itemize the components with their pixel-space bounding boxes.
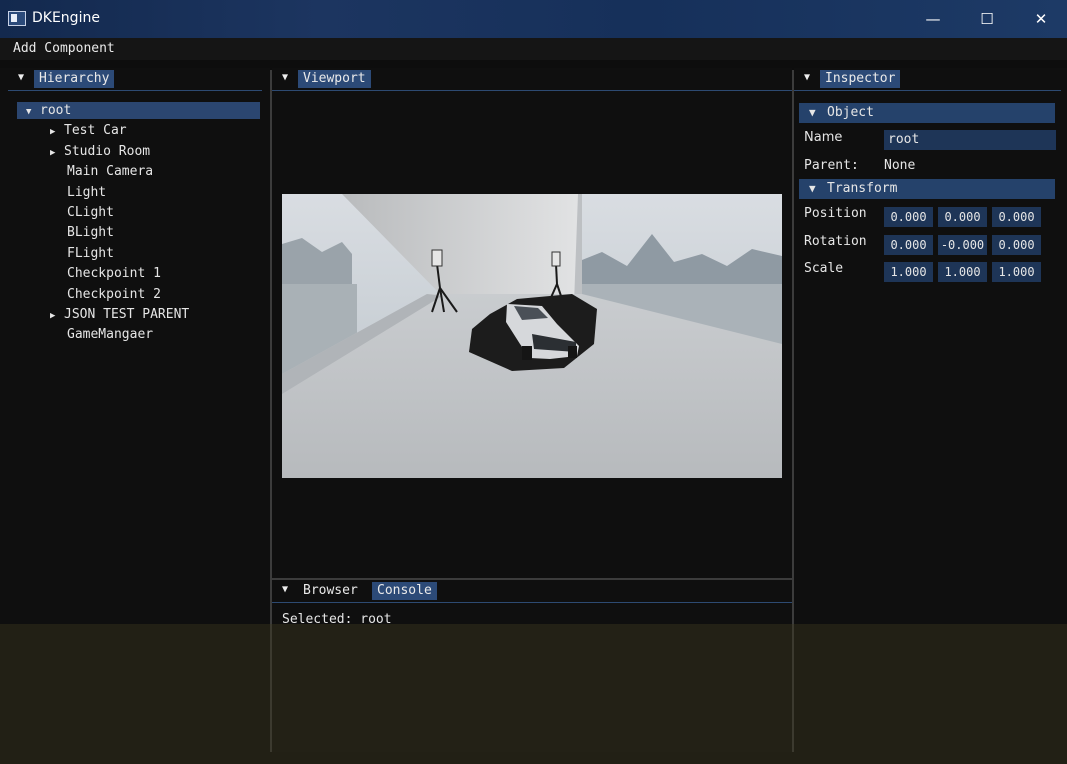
object-section-header[interactable]: ▼ Object [799, 103, 1055, 123]
inspector-panel: ▼ Inspector [794, 68, 1067, 624]
hierarchy-tabbar: ▼ Hierarchy [8, 68, 262, 91]
tree-item[interactable]: Light [50, 184, 106, 201]
tree-item[interactable]: ▶ Studio Room [50, 143, 150, 160]
tree-item-label: Studio Room [64, 143, 151, 159]
position-label: Position [804, 206, 867, 221]
position-z-field[interactable]: 0.000 [992, 207, 1041, 227]
tab-viewport[interactable]: Viewport [298, 70, 371, 88]
name-field[interactable]: root [884, 130, 1056, 150]
collapse-icon[interactable]: ▼ [278, 583, 292, 597]
chevron-right-icon[interactable]: ▶ [50, 308, 64, 325]
parent-label: Parent: [804, 158, 859, 173]
scale-x-field[interactable]: 1.000 [884, 262, 933, 282]
close-button[interactable]: ✕ [1014, 0, 1067, 38]
maximize-button[interactable]: ☐ [960, 0, 1014, 38]
chevron-down-icon: ▼ [809, 182, 816, 195]
tree-item[interactable]: ▶ JSON TEST PARENT [50, 306, 189, 323]
menu-add-component[interactable]: Add Component [8, 41, 120, 56]
inspector-tabbar: ▼ Inspector [794, 68, 1061, 91]
tree-item-label: CLight [67, 205, 114, 220]
rotation-y-field[interactable]: -0.000 [938, 235, 987, 255]
tree-item[interactable]: ▶ Test Car [50, 122, 127, 139]
tree-item-label: Checkpoint 1 [67, 266, 161, 282]
tab-browser[interactable]: Browser [298, 582, 363, 600]
window-title: DKEngine [32, 10, 100, 26]
transform-section-title: Transform [827, 181, 898, 196]
tab-console[interactable]: Console [372, 582, 437, 600]
position-y-field[interactable]: 0.000 [938, 207, 987, 227]
tree-item[interactable]: Checkpoint 1 [50, 265, 161, 282]
minimize-button[interactable]: — [906, 0, 960, 38]
tree-item-root[interactable]: ▼ root [17, 102, 260, 119]
chevron-down-icon[interactable]: ▼ [26, 104, 40, 121]
scale-z-field[interactable]: 1.000 [992, 262, 1041, 282]
tree-item-label: Test Car [64, 123, 127, 139]
console-tabbar: ▼ Browser Console [272, 580, 792, 603]
collapse-icon[interactable]: ▼ [14, 71, 28, 85]
chevron-right-icon[interactable]: ▶ [50, 124, 64, 141]
tree-item-label: BLight [67, 225, 114, 241]
scale-label: Scale [804, 261, 844, 276]
tab-hierarchy[interactable]: Hierarchy [34, 70, 115, 88]
viewport-tabbar: ▼ Viewport [272, 68, 792, 91]
position-x-field[interactable]: 0.000 [884, 207, 933, 227]
viewport-render[interactable] [282, 194, 782, 478]
menu-bar: Add Component [0, 38, 1067, 60]
tree-item-label: JSON TEST PARENT [64, 307, 190, 322]
tree-item-label: Light [67, 184, 107, 200]
tree-item-label: root [40, 103, 72, 118]
object-section-title: Object [827, 105, 874, 120]
name-label: Name [804, 130, 843, 145]
chevron-right-icon[interactable]: ▶ [50, 145, 64, 162]
parent-value: None [884, 158, 916, 173]
transform-section-header[interactable]: ▼ Transform [799, 179, 1055, 199]
tree-item-label: FLight [67, 245, 114, 261]
chevron-down-icon: ▼ [809, 106, 816, 119]
tree-item[interactable]: GameMangaer [50, 326, 153, 343]
tree-item[interactable]: Checkpoint 2 [50, 286, 161, 303]
tree-item[interactable]: Main Camera [50, 163, 153, 180]
tree-item-label: Main Camera [67, 164, 154, 180]
tree-item[interactable]: CLight [50, 204, 114, 221]
tree-item-label: Checkpoint 2 [67, 286, 161, 302]
rotation-z-field[interactable]: 0.000 [992, 235, 1041, 255]
scene-image [282, 194, 782, 478]
tree-item-label: GameMangaer [67, 327, 154, 343]
tab-inspector[interactable]: Inspector [820, 70, 901, 88]
rotation-x-field[interactable]: 0.000 [884, 235, 933, 255]
rotation-label: Rotation [804, 234, 867, 249]
collapse-icon[interactable]: ▼ [278, 71, 292, 85]
scale-y-field[interactable]: 1.000 [938, 262, 987, 282]
app-icon [8, 11, 26, 26]
tree-item[interactable]: BLight [50, 224, 114, 241]
tree-item[interactable]: FLight [50, 245, 114, 262]
console-panel: ▼ Browser Console [272, 580, 792, 752]
collapse-icon[interactable]: ▼ [800, 71, 814, 85]
console-line: Selected: root [282, 612, 392, 627]
title-bar: DKEngine — ☐ ✕ [0, 0, 1067, 38]
